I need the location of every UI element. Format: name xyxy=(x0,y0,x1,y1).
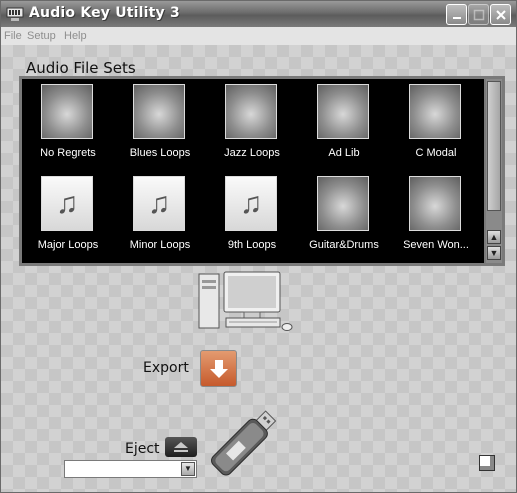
scroll-thumb[interactable] xyxy=(487,81,501,211)
eject-icon xyxy=(174,442,188,452)
scroll-up-button[interactable]: ▲ xyxy=(487,230,501,244)
audio-set-item[interactable]: ♫ Minor Loops xyxy=(114,171,206,263)
chevron-down-icon[interactable]: ▼ xyxy=(181,462,195,476)
audio-set-label: Blues Loops xyxy=(129,147,191,159)
main-panel: Audio File Sets No Regrets Blues Loops Jaz… xyxy=(1,45,516,492)
minimize-button[interactable] xyxy=(446,4,467,25)
audio-file-sets-panel: No Regrets Blues Loops Jazz Loops Ad Lib C M… xyxy=(19,76,505,266)
musician-photo xyxy=(317,84,369,139)
window-title: Audio Key Utility 3 xyxy=(29,5,180,21)
drive-select[interactable]: ▼ xyxy=(64,460,197,478)
audio-set-item[interactable]: Guitar&Drums xyxy=(298,171,390,263)
music-notes-icon: ♫ xyxy=(133,176,185,231)
minimize-icon xyxy=(452,16,461,19)
audio-set-item[interactable]: C Modal xyxy=(390,79,482,171)
sets-scrollbar[interactable]: ▲ ▼ xyxy=(486,79,502,263)
app-icon xyxy=(6,7,24,21)
down-arrow-icon xyxy=(209,359,228,378)
music-notes-icon: ♫ xyxy=(41,176,93,231)
menu-bar: File Setup Help xyxy=(1,27,516,45)
musician-photo xyxy=(41,84,93,139)
audio-set-item[interactable]: Seven Won... xyxy=(390,171,482,263)
audio-set-label: Seven Won... xyxy=(403,239,469,251)
audio-set-label: Ad Lib xyxy=(328,147,360,159)
audio-set-label: Major Loops xyxy=(37,239,99,251)
audio-set-label: No Regrets xyxy=(40,147,96,159)
musician-photo xyxy=(133,84,185,139)
title-bar[interactable]: Audio Key Utility 3 xyxy=(1,1,516,27)
export-button[interactable] xyxy=(200,350,237,387)
musician-photo xyxy=(409,84,461,139)
audio-file-sets-grid: No Regrets Blues Loops Jazz Loops Ad Lib C M… xyxy=(22,79,484,263)
audio-file-sets-title: Audio File Sets xyxy=(26,59,136,77)
export-label: Export xyxy=(143,360,189,376)
view-toggle-button[interactable] xyxy=(479,455,495,471)
audio-set-item[interactable]: No Regrets xyxy=(22,79,114,171)
eject-button[interactable] xyxy=(165,437,197,457)
scroll-down-button[interactable]: ▼ xyxy=(487,246,501,260)
usb-key-icon xyxy=(211,410,277,476)
audio-set-item[interactable]: Blues Loops xyxy=(114,79,206,171)
music-notes-icon: ♫ xyxy=(225,176,277,231)
musician-photo xyxy=(409,176,461,231)
audio-set-item[interactable]: ♫ 9th Loops xyxy=(206,171,298,263)
menu-file[interactable]: File xyxy=(4,30,22,42)
eject-label: Eject xyxy=(125,441,160,457)
audio-set-item[interactable]: ♫ Major Loops xyxy=(22,171,114,263)
audio-set-item[interactable]: Ad Lib xyxy=(298,79,390,171)
musician-photo xyxy=(225,84,277,139)
menu-setup[interactable]: Setup xyxy=(27,30,56,42)
audio-set-item[interactable]: Jazz Loops xyxy=(206,79,298,171)
close-button[interactable] xyxy=(490,4,511,25)
audio-set-label: 9th Loops xyxy=(227,239,277,251)
audio-set-label: Guitar&Drums xyxy=(309,239,379,251)
app-window: Audio Key Utility 3 File Setup Help Audi… xyxy=(0,0,517,493)
audio-set-label: C Modal xyxy=(415,147,457,159)
close-icon xyxy=(495,9,506,20)
computer-icon xyxy=(198,271,293,331)
maximize-button[interactable] xyxy=(468,4,489,25)
audio-set-label: Jazz Loops xyxy=(224,147,280,159)
maximize-icon xyxy=(473,9,484,20)
audio-set-label: Minor Loops xyxy=(129,239,191,251)
musician-photo xyxy=(317,176,369,231)
menu-help[interactable]: Help xyxy=(64,30,87,42)
